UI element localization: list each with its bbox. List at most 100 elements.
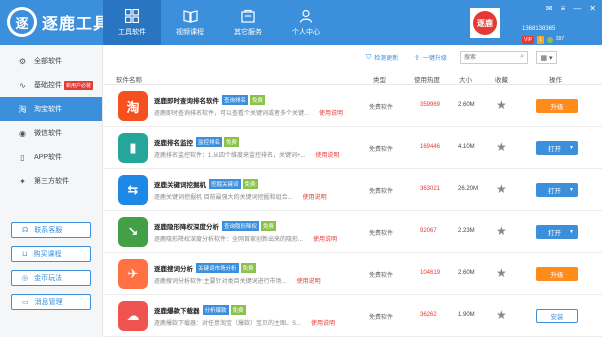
app-type: 免费软件 [369, 273, 394, 279]
description-text: 逐鹿即时查询排名软件，可以查看个关键词或者多个关键... [154, 111, 310, 117]
table-row[interactable]: 淘逐鹿即时查询排名软件 查询排名 免费 逐鹿即时查询排名软件，可以查看个关键词或者多个… [104, 85, 602, 127]
sidebar-item-third-party[interactable]: ✦ 第三方软件 [0, 169, 102, 193]
level-badge: 1 [537, 36, 544, 44]
phone-icon: ▯ [20, 152, 25, 162]
feature-tag: 查询隐形降权 [222, 221, 260, 231]
top-bar: 逐 逐鹿工具箱 工具软件 视频课程 其它服务 个人中心 逐鹿 136813836… [0, 0, 602, 45]
caret-down-icon[interactable]: ▼ [569, 229, 574, 235]
open-button[interactable]: 打开 ▼ [536, 225, 578, 239]
favorite-star-icon[interactable]: ★ [496, 224, 507, 238]
favorite-star-icon[interactable]: ★ [496, 98, 507, 112]
upgrade-button[interactable]: 升级 [536, 267, 578, 281]
header-favorite: 收藏 [495, 77, 508, 84]
search-box[interactable]: ⌕ [460, 51, 528, 64]
help-link[interactable]: 使用说明 [313, 237, 337, 243]
caret-down-icon[interactable]: ▼ [569, 187, 574, 193]
grid-icon [125, 8, 139, 23]
table-row[interactable]: ⇆ 逐鹿关键词挖掘机 挖掘关键词 免费逐鹿关键词挖掘机 目前最强大的关键词挖掘和组合.… [104, 169, 602, 211]
free-tag: 免费 [240, 263, 256, 273]
open-button[interactable]: 打开 ▼ [536, 141, 578, 155]
menu-icon[interactable]: ≡ [561, 4, 566, 13]
taobao-icon: 淘 [18, 104, 27, 114]
app-size: 2.23M [458, 228, 475, 234]
app-title-line: 逐鹿关键词挖掘机 挖掘关键词 免费 [154, 179, 258, 189]
app-description: 逐鹿搜词分析软件:主要针对类目关键词进行市场... 使用说明 [154, 276, 321, 285]
app-logo: 逐 [7, 7, 37, 37]
app-name: 逐鹿关键词挖掘机 [154, 182, 206, 189]
free-tag: 免费 [224, 137, 240, 147]
tab-other-services[interactable]: 其它服务 [219, 0, 277, 45]
open-button[interactable]: 打开 ▼ [536, 183, 578, 197]
minimize-icon[interactable]: — [573, 4, 581, 13]
app-hot: 359969 [420, 102, 441, 108]
app-title-line: 逐鹿隐形降权深度分析 查询隐形降权 免费 [154, 221, 277, 231]
sidebar-item-label: 淘宝软件 [34, 106, 62, 113]
buy-course-button[interactable]: ⊔ 购买课程 [11, 246, 91, 262]
button-label: 购买课程 [33, 251, 62, 258]
upgrade-all-label: 一键升级 [422, 56, 447, 62]
avatar[interactable]: 逐鹿 [470, 8, 500, 38]
favorite-star-icon[interactable]: ★ [496, 308, 507, 322]
app-type: 免费软件 [369, 315, 394, 321]
tab-video-courses[interactable]: 视频课程 [161, 0, 219, 45]
table-row[interactable]: ↘ 逐鹿隐形降权深度分析 查询隐形降权 免费 逐鹿隐形降权深度分析软件：全网首家创新出来… [104, 211, 602, 253]
chart-line-icon: ∿ [19, 80, 26, 90]
header-action: 操作 [549, 77, 562, 84]
description-text: 逐鹿爆款下载器：对任意淘宝（爆款）宝贝的主图、S... [154, 321, 302, 327]
favorite-star-icon[interactable]: ★ [496, 140, 507, 154]
caret-down-icon[interactable]: ▼ [569, 145, 574, 151]
action-label: 升级 [550, 104, 564, 111]
message-manage-button[interactable]: ▭ 消息管理 [11, 294, 91, 310]
app-description: 逐鹿爆款下载器：对任意淘宝（爆款）宝贝的主图、S... 使用说明 [154, 318, 335, 327]
install-button[interactable]: 安装 [536, 309, 578, 323]
upgrade-button[interactable]: 升级 [536, 99, 578, 113]
cart-small-icon: ⊔ [22, 251, 28, 258]
help-link[interactable]: 使用说明 [311, 321, 335, 327]
help-link[interactable]: 使用说明 [316, 153, 340, 159]
app-description: 逐鹿关键词挖掘机 目前最强大的关键词挖掘和组合... 使用说明 [154, 192, 327, 201]
user-panel[interactable]: 逐鹿 1368138365 VIP 1 397 [470, 4, 564, 44]
table-row[interactable]: ▮ 逐鹿排名监控 监控排名 免费 逐鹿排名监控软件：1.从四个维度来监控排名，关键词+.… [104, 127, 602, 169]
help-link[interactable]: 使用说明 [297, 279, 321, 285]
app-size: 4.10M [458, 144, 475, 150]
app-icon: 淘 [118, 91, 148, 121]
favorite-star-icon[interactable]: ★ [496, 182, 507, 196]
action-label: 打开 [548, 188, 561, 195]
help-link[interactable]: 使用说明 [319, 111, 343, 117]
coin-rules-button[interactable]: ◎ 金币玩法 [11, 270, 91, 286]
description-text: 逐鹿隐形降权深度分析软件：全网首家创新出来的隐形... [154, 237, 304, 243]
table-row[interactable]: ☁ 逐鹿爆款下载器 分析爆款 免费 逐鹿爆款下载器：对任意淘宝（爆款）宝贝的主图、S..… [104, 295, 602, 337]
action-label: 打开 [548, 230, 561, 237]
shield-icon: ⛉ [366, 53, 372, 61]
gears-icon: ⚙ [18, 56, 27, 66]
tab-personal-center[interactable]: 个人中心 [277, 0, 335, 45]
sidebar-item-app[interactable]: ▯ APP软件 [0, 145, 102, 169]
app-size: 2.60M [458, 102, 475, 108]
search-input[interactable] [461, 52, 516, 63]
view-mode-button[interactable]: ▦ ▾ [536, 51, 557, 64]
sidebar-item-label: 微信软件 [34, 130, 62, 137]
app-description: 逐鹿即时查询排名软件，可以查看个关键词或者多个关键... 使用说明 [154, 108, 343, 117]
table-row[interactable]: ✈ 逐鹿搜词分析 关键词市场分析 免费 逐鹿搜词分析软件:主要针对类目关键词进行市场..… [104, 253, 602, 295]
app-icon: ⇆ [118, 175, 148, 205]
check-update-button[interactable]: ⛉ 检测更新 [366, 53, 398, 63]
favorite-star-icon[interactable]: ★ [496, 266, 507, 280]
sidebar-item-basic-controls[interactable]: ∿ 基础控件 新用户必装 [0, 73, 102, 97]
help-link[interactable]: 使用说明 [303, 195, 327, 201]
tab-tools[interactable]: 工具软件 [103, 0, 161, 45]
description-text: 逐鹿关键词挖掘机 目前最强大的关键词挖掘和组合... [154, 195, 293, 201]
sidebar-item-taobao[interactable]: 淘 淘宝软件 [0, 97, 102, 121]
header-hot[interactable]: 使用热度 [414, 74, 440, 84]
sidebar-item-all[interactable]: ⚙ 全部软件 [0, 49, 102, 73]
close-icon[interactable]: ✕ [589, 4, 596, 13]
header-size[interactable]: 大小 [459, 74, 472, 84]
search-icon[interactable]: ⌕ [520, 53, 524, 61]
tab-label: 工具软件 [118, 28, 146, 36]
mail-icon[interactable]: ✉ [546, 4, 553, 13]
feature-tag: 监控排名 [196, 137, 223, 147]
upgrade-all-button[interactable]: ⇪ 一键升级 [414, 53, 447, 63]
free-tag: 免费 [250, 95, 266, 105]
contact-support-button[interactable]: ☊ 联系客服 [11, 222, 91, 238]
sidebar-item-wechat[interactable]: ◉ 微信软件 [0, 121, 102, 145]
sidebar-item-label: 第三方软件 [34, 178, 69, 185]
